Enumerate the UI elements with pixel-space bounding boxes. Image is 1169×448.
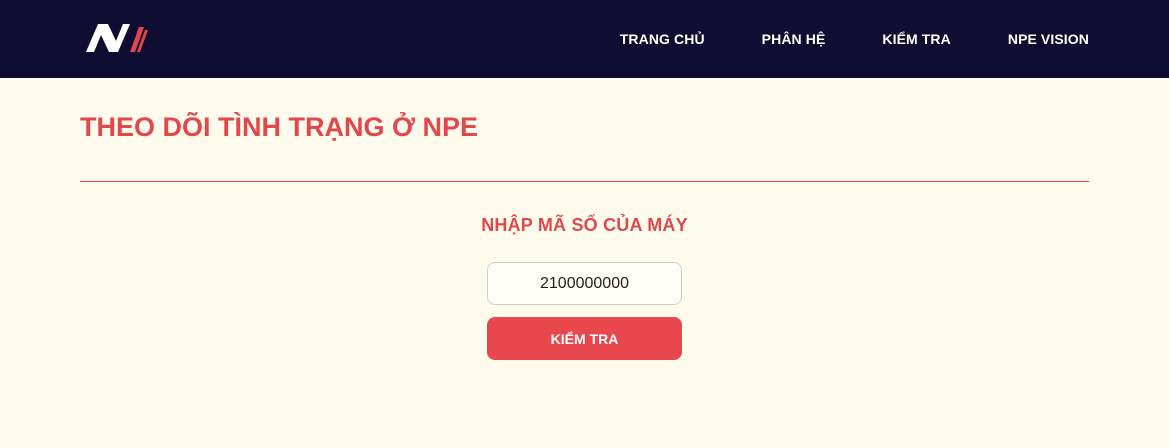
nav-link-check[interactable]: KIỂM TRA bbox=[882, 31, 950, 47]
nav-link-modules[interactable]: PHÂN HỆ bbox=[762, 31, 826, 47]
nav-link-home[interactable]: TRANG CHỦ bbox=[620, 31, 705, 47]
page-title: THEO DÕI TÌNH TRẠNG Ở NPE bbox=[80, 112, 479, 142]
check-button[interactable]: KIỂM TRA bbox=[487, 317, 682, 360]
npe-logo-icon[interactable] bbox=[86, 24, 148, 52]
navbar: TRANG CHỦ PHÂN HỆ KIỂM TRA NPE VISION bbox=[0, 0, 1169, 78]
machine-code-label: NHẬP MÃ SỐ CỦA MÁY bbox=[481, 215, 688, 235]
title-divider bbox=[80, 181, 1089, 182]
nav-link-npe-vision[interactable]: NPE VISION bbox=[1008, 31, 1089, 47]
main-nav: TRANG CHỦ PHÂN HỆ KIỂM TRA NPE VISION bbox=[620, 0, 1089, 78]
machine-code-input[interactable] bbox=[487, 262, 682, 305]
